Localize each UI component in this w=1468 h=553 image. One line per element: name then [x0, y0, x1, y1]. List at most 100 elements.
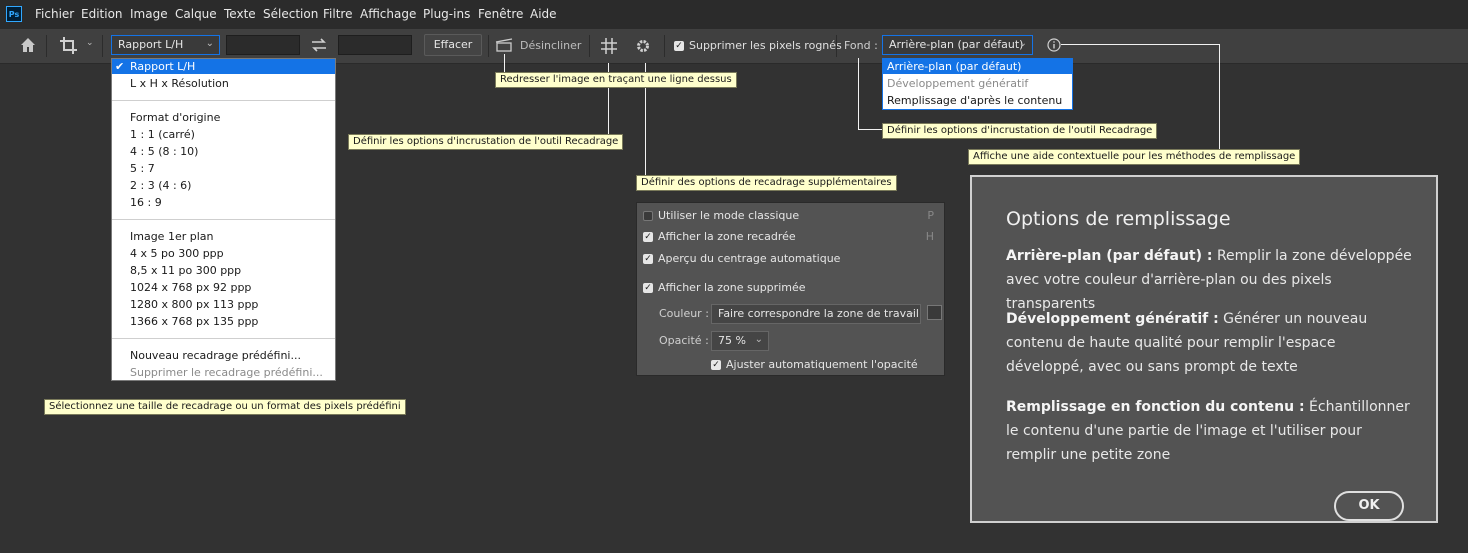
width-input[interactable]	[226, 35, 300, 55]
preset-item-ratio[interactable]: Rapport L/H	[130, 60, 195, 73]
chevron-down-icon[interactable]: ⌄	[86, 38, 94, 48]
menu-aide[interactable]: Aide	[530, 7, 557, 21]
preset-item-8-5x11[interactable]: 8,5 x 11 po 300 ppp	[130, 264, 241, 277]
help-term: Développement génératif :	[1006, 311, 1219, 327]
checkbox-checked-icon: ✓	[711, 360, 721, 370]
crop-options-panel: Utiliser le mode classique P ✓ Afficher l…	[636, 202, 945, 376]
menu-texte[interactable]: Texte	[224, 7, 256, 21]
fill-options-help-panel: Options de remplissage Arrière-plan (par…	[970, 175, 1438, 523]
opacity-select[interactable]: 75 % ⌄	[711, 331, 769, 351]
auto-center-label: Aperçu du centrage automatique	[658, 252, 841, 265]
preset-item-2-3[interactable]: 2 : 3 (4 : 6)	[130, 179, 191, 192]
chevron-down-icon: ⌄	[754, 334, 763, 345]
preset-item-original[interactable]: Format d'origine	[130, 111, 220, 124]
fond-item-background[interactable]: Arrière-plan (par défaut)	[887, 60, 1021, 73]
gear-icon[interactable]	[634, 37, 652, 55]
preset-item-1024[interactable]: 1024 x 768 px 92 ppp	[130, 281, 251, 294]
checkbox-checked-icon: ✓	[643, 232, 653, 242]
help-paragraph-content-aware: Remplissage en fonction du contenu : Éch…	[1006, 395, 1416, 467]
preset-item-1366[interactable]: 1366 x 768 px 135 ppp	[130, 315, 258, 328]
auto-center-checkbox[interactable]: ✓ Aperçu du centrage automatique	[643, 252, 840, 265]
fond-select[interactable]: Arrière-plan (par défaut) ⌄	[882, 35, 1033, 55]
menu-affichage[interactable]: Affichage	[360, 7, 416, 21]
callout-line	[1219, 44, 1220, 150]
info-icon[interactable]	[1047, 38, 1061, 52]
straighten-icon[interactable]	[495, 38, 513, 52]
tooltip-help: Affiche une aide contextuelle pour les m…	[968, 149, 1301, 165]
straighten-label[interactable]: Désincliner	[520, 39, 581, 52]
menu-plugins[interactable]: Plug-ins	[423, 7, 470, 21]
fond-item-content-aware[interactable]: Remplissage d'après le contenu	[887, 94, 1062, 107]
show-cropped-checkbox[interactable]: ✓ Afficher la zone recadrée	[643, 230, 796, 243]
menu-fichier[interactable]: Fichier	[35, 7, 74, 21]
menu-filtre[interactable]: Filtre	[323, 7, 352, 21]
preset-item-new[interactable]: Nouveau recadrage prédéfini...	[130, 349, 301, 362]
menu-selection[interactable]: Sélection	[263, 7, 318, 21]
delete-cropped-checkbox[interactable]: ✓ Supprimer les pixels rognés	[674, 39, 842, 52]
preset-item-4x5[interactable]: 4 x 5 po 300 ppp	[130, 247, 224, 260]
callout-line	[504, 54, 505, 73]
auto-opacity-label: Ajuster automatiquement l'opacité	[726, 358, 918, 371]
help-term: Arrière-plan (par défaut) :	[1006, 248, 1213, 264]
chevron-down-icon: ⌄	[205, 38, 214, 49]
callout-line	[858, 58, 859, 130]
opacity-label: Opacité :	[659, 334, 709, 347]
menu-edition[interactable]: Edition	[81, 7, 123, 21]
color-label: Couleur :	[659, 307, 709, 320]
callout-line	[858, 129, 882, 130]
ratio-select[interactable]: Rapport L/H ⌄	[111, 35, 220, 55]
clear-button[interactable]: Effacer	[424, 34, 482, 56]
overlay-grid-icon[interactable]	[600, 37, 618, 55]
shortcut-key: P	[927, 209, 934, 222]
checkbox-checked-icon: ✓	[674, 41, 684, 51]
show-deleted-checkbox[interactable]: ✓ Afficher la zone supprimée	[643, 281, 806, 294]
shortcut-key: H	[925, 230, 934, 243]
help-paragraph-generative: Développement génératif : Générer un nou…	[1006, 307, 1416, 379]
tooltip-overlay-options: Définir les options d'incrustation de l'…	[348, 134, 624, 150]
tooltip-straighten: Redresser l'image en traçant une ligne d…	[495, 72, 737, 88]
crop-preset-menu: ✔ Rapport L/H L x H x Résolution Format …	[111, 58, 336, 381]
preset-item-1280[interactable]: 1280 x 800 px 113 ppp	[130, 298, 258, 311]
preset-item-delete: Supprimer le recadrage prédéfini...	[130, 366, 323, 379]
menu-bar: Ps Fichier Edition Image Calque Texte Sé…	[0, 0, 1468, 29]
color-select[interactable]: Faire correspondre la zone de travail ⌄	[711, 304, 921, 324]
checkbox-checked-icon: ✓	[643, 283, 653, 293]
delete-cropped-label: Supprimer les pixels rognés	[689, 39, 842, 52]
height-input[interactable]	[338, 35, 412, 55]
help-title: Options de remplissage	[1006, 208, 1231, 230]
preset-item-4-5[interactable]: 4 : 5 (8 : 10)	[130, 145, 198, 158]
menu-image[interactable]: Image	[130, 7, 168, 21]
callout-line	[1061, 44, 1219, 45]
color-select-value: Faire correspondre la zone de travail	[718, 307, 919, 320]
auto-opacity-checkbox[interactable]: ✓ Ajuster automatiquement l'opacité	[711, 358, 918, 371]
preset-item-resolution[interactable]: L x H x Résolution	[130, 77, 229, 90]
help-term: Remplissage en fonction du contenu :	[1006, 399, 1305, 415]
crop-tool-icon[interactable]	[59, 36, 79, 56]
menu-calque[interactable]: Calque	[175, 7, 217, 21]
fond-label: Fond :	[844, 39, 878, 52]
home-icon[interactable]	[19, 36, 37, 54]
tooltip-preset: Sélectionnez une taille de recadrage ou …	[44, 399, 406, 415]
ok-button[interactable]: OK	[1334, 491, 1404, 521]
swap-icon[interactable]	[310, 37, 328, 53]
checkbox-unchecked-icon	[643, 211, 653, 221]
chevron-down-icon: ⌄	[1018, 38, 1027, 49]
preset-item-front-image[interactable]: Image 1er plan	[130, 230, 213, 243]
photoshop-logo: Ps	[6, 6, 22, 22]
preset-item-1-1[interactable]: 1 : 1 (carré)	[130, 128, 195, 141]
classic-mode-checkbox[interactable]: Utiliser le mode classique	[643, 209, 799, 222]
opacity-value: 75 %	[718, 334, 746, 347]
tooltip-extra-options: Définir des options de recadrage supplém…	[636, 175, 897, 191]
preset-item-5-7[interactable]: 5 : 7	[130, 162, 155, 175]
show-cropped-label: Afficher la zone recadrée	[658, 230, 796, 243]
fond-select-value: Arrière-plan (par défaut)	[889, 38, 1024, 51]
fond-menu: Arrière-plan (par défaut) Développement …	[882, 58, 1073, 110]
help-paragraph-background: Arrière-plan (par défaut) : Remplir la z…	[1006, 244, 1416, 316]
color-swatch[interactable]	[927, 305, 942, 320]
show-deleted-label: Afficher la zone supprimée	[658, 281, 806, 294]
checkmark-icon: ✔	[115, 60, 125, 73]
ratio-select-value: Rapport L/H	[118, 38, 184, 51]
preset-item-16-9[interactable]: 16 : 9	[130, 196, 162, 209]
checkbox-checked-icon: ✓	[643, 254, 653, 264]
menu-fenetre[interactable]: Fenêtre	[478, 7, 523, 21]
